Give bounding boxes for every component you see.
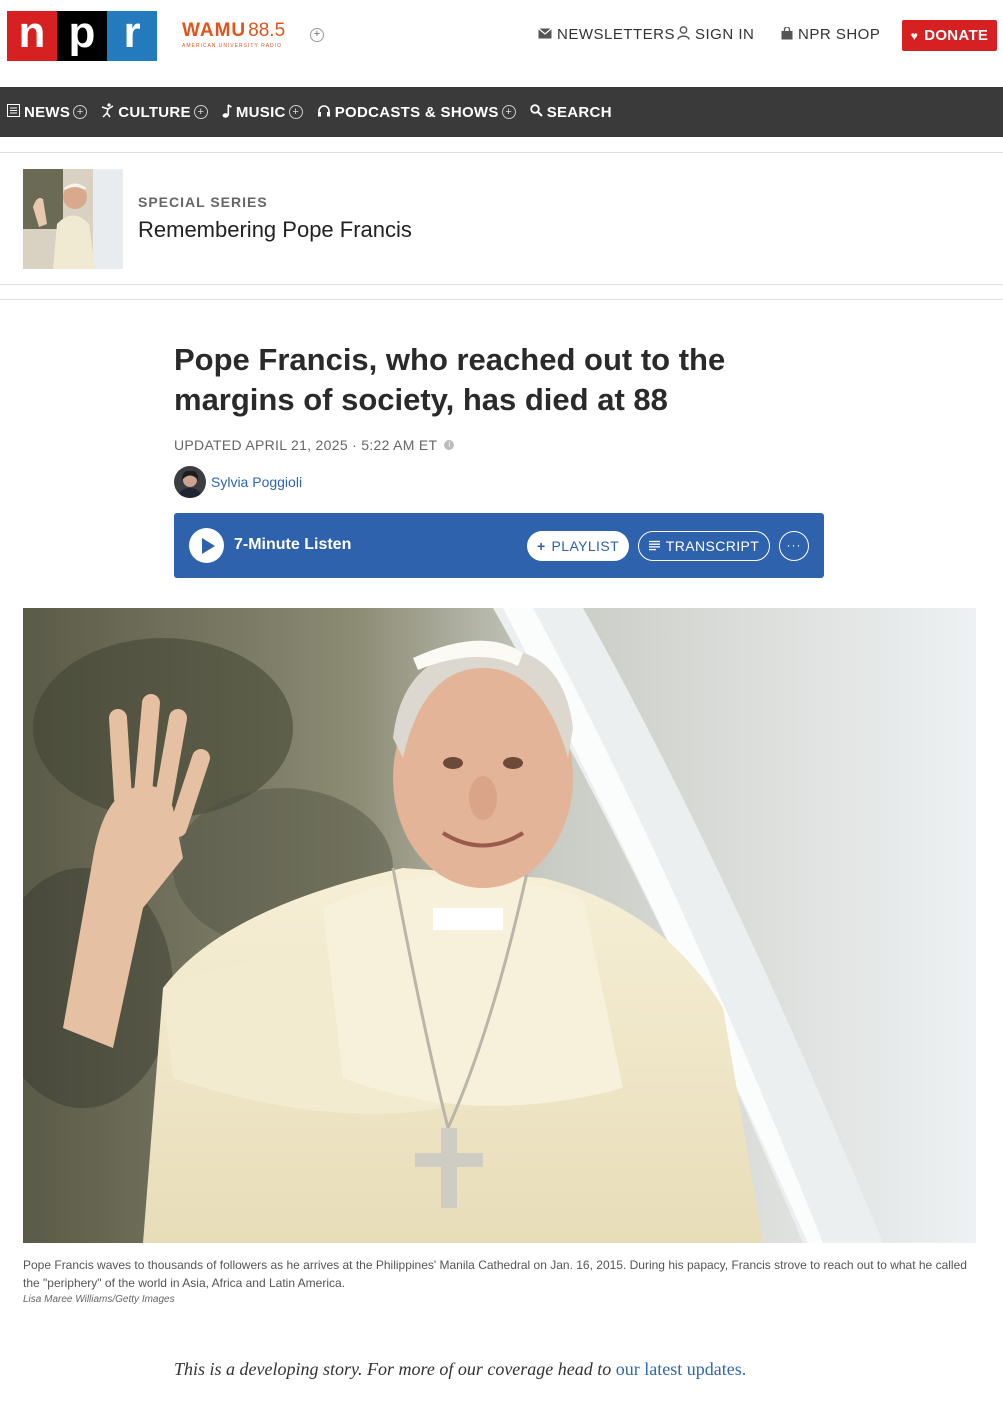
music-note-icon	[222, 103, 232, 121]
logo-letter-r: r	[107, 8, 157, 61]
nav-item-podcasts[interactable]: PODCASTS & SHOWS +	[317, 104, 516, 121]
byline: Sylvia Poggioli	[174, 466, 302, 498]
nav-label-news: NEWS	[24, 103, 71, 121]
developing-story-text: This is a developing story. For more of …	[174, 1359, 616, 1379]
article-headline: Pope Francis, who reached out to the mar…	[174, 342, 726, 417]
series-title[interactable]: Remembering Pope Francis	[138, 217, 412, 243]
search-icon	[529, 104, 543, 120]
station-subtitle: American University Radio	[182, 43, 282, 49]
donate-button[interactable]: ♥ DONATE	[902, 20, 997, 51]
main-nav: NEWS + CULTURE + MUSIC + PODCASTS & SHOW…	[0, 87, 1003, 137]
expand-music-icon[interactable]: +	[288, 105, 303, 119]
dateline: UPDATED APRIL 21, 2025 · 5:22 AM ET i	[174, 437, 455, 453]
news-icon	[7, 104, 20, 120]
nav-label-culture: CULTURE	[118, 103, 191, 121]
listen-duration: 7-Minute Listen	[234, 536, 352, 553]
logo-letter-p: p	[57, 8, 107, 61]
series-label: SPECIAL SERIES	[138, 194, 268, 210]
heart-icon: ♥	[910, 28, 919, 43]
user-icon	[677, 26, 690, 43]
npr-shop-link[interactable]: NPR SHOP	[781, 25, 881, 43]
divider	[0, 299, 1003, 300]
expand-podcasts-icon[interactable]: +	[501, 105, 516, 119]
play-button[interactable]	[189, 528, 224, 563]
npr-logo[interactable]: n p r	[7, 8, 157, 61]
author-link[interactable]: Sylvia Poggioli	[211, 474, 302, 490]
more-options-button[interactable]: ···	[779, 531, 809, 561]
latest-updates-link[interactable]: our latest updates.	[616, 1359, 746, 1379]
series-thumbnail[interactable]	[23, 169, 123, 269]
play-icon	[202, 538, 215, 554]
envelope-icon	[538, 27, 552, 42]
newsletters-label: NEWSLETTERS	[557, 26, 676, 43]
nav-label-podcasts: PODCASTS & SHOWS	[334, 103, 499, 121]
transcript-label: TRANSCRIPT	[665, 538, 760, 554]
nav-item-news[interactable]: NEWS +	[7, 103, 88, 121]
info-icon[interactable]: i	[444, 440, 455, 450]
transcript-button[interactable]: TRANSCRIPT	[638, 531, 770, 561]
headphones-icon	[317, 104, 331, 120]
newsletters-link[interactable]: NEWSLETTERS	[538, 26, 675, 43]
add-to-playlist-button[interactable]: + PLAYLIST	[527, 531, 629, 561]
donate-label: DONATE	[924, 27, 989, 44]
nav-item-culture[interactable]: CULTURE +	[101, 103, 208, 121]
playlist-label: PLAYLIST	[551, 538, 620, 554]
logo-letter-n: n	[7, 8, 57, 61]
station-frequency: 88.5	[248, 20, 286, 41]
dancer-icon	[101, 103, 114, 121]
image-credit: Lisa Maree Williams/Getty Images	[23, 1294, 175, 1305]
developing-story-note: This is a developing story. For more of …	[174, 1359, 746, 1380]
station-plus-icon[interactable]: +	[310, 28, 324, 42]
audio-player: 7-Minute Listen + PLAYLIST TRANSCRIPT ··…	[174, 513, 824, 578]
transcript-icon	[648, 538, 660, 554]
nav-item-search[interactable]: SEARCH	[529, 103, 612, 121]
updated-timestamp: UPDATED APRIL 21, 2025 · 5:22 AM ET	[174, 437, 438, 453]
station-name: WAMU	[182, 20, 247, 41]
nav-label-music: MUSIC	[235, 103, 286, 121]
hero-image[interactable]	[23, 608, 976, 1243]
sign-in-link[interactable]: SIGN IN	[677, 26, 754, 43]
plus-icon: +	[536, 538, 546, 554]
expand-culture-icon[interactable]: +	[193, 105, 208, 119]
npr-shop-label: NPR SHOP	[798, 26, 881, 43]
top-header: n p r WAMU 88.5 American University Radio…	[0, 0, 1003, 87]
nav-item-music[interactable]: MUSIC +	[222, 104, 303, 121]
sign-in-label: SIGN IN	[695, 26, 755, 43]
nav-label-search: SEARCH	[546, 103, 612, 121]
special-series-banner[interactable]: SPECIAL SERIES Remembering Pope Francis	[0, 152, 1003, 285]
shopping-bag-icon	[781, 25, 793, 43]
expand-news-icon[interactable]: +	[73, 105, 88, 119]
image-caption: Pope Francis waves to thousands of follo…	[23, 1258, 967, 1290]
station-logo[interactable]: WAMU 88.5 American University Radio	[182, 20, 285, 49]
author-avatar[interactable]	[174, 466, 206, 498]
